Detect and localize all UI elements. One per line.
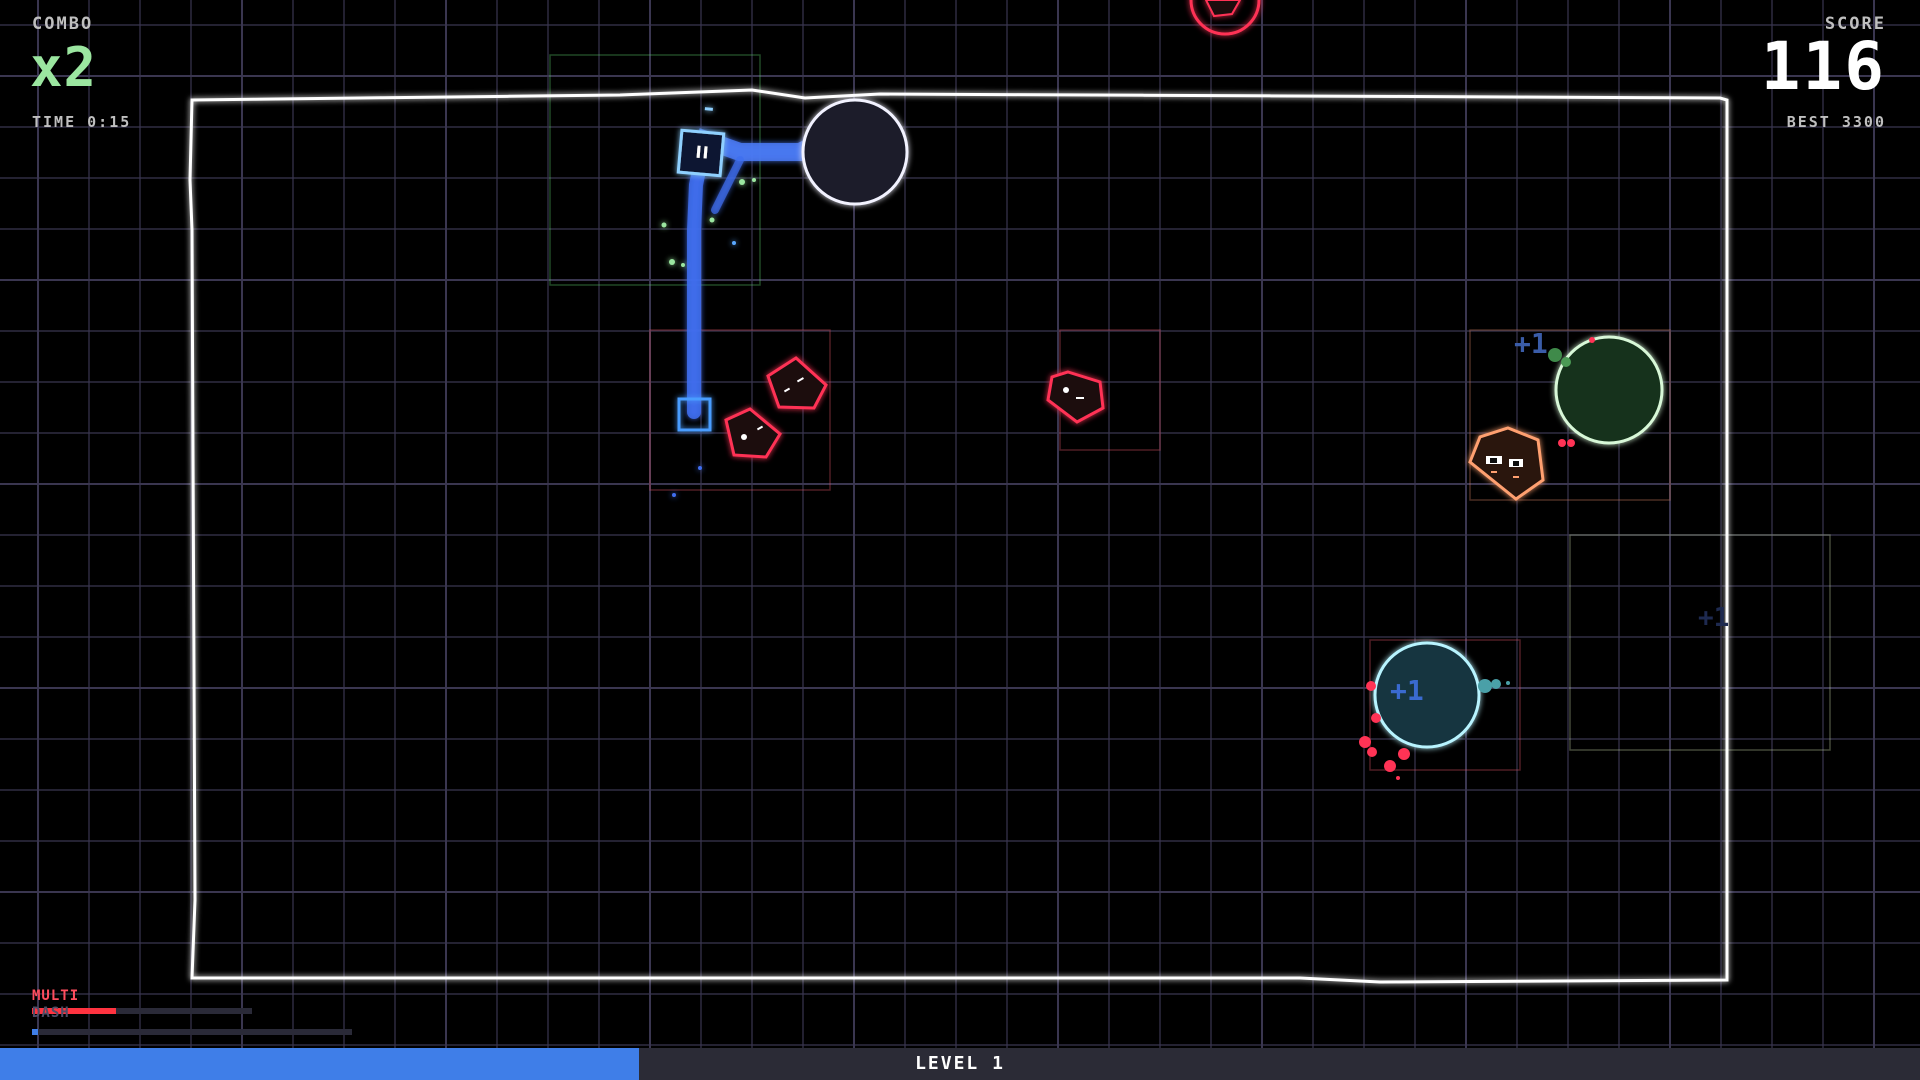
score-value: 116	[1760, 28, 1886, 105]
level-label: LEVEL 1	[915, 1053, 1005, 1074]
enemy-pentagon	[724, 407, 782, 459]
enemy-pentagon-large	[1468, 426, 1545, 501]
background-grid	[0, 0, 1920, 1080]
combo-label: COMBO	[32, 14, 94, 34]
level-progress-bar: LEVEL 1	[0, 1048, 1920, 1080]
time-label: TIME 0:15	[32, 113, 132, 131]
player-square[interactable]	[676, 105, 726, 178]
combo-value: x2	[30, 36, 98, 99]
score-popup-faded: +1	[1698, 603, 1729, 633]
white-orb	[801, 98, 909, 206]
score-popup: +1	[1514, 327, 1548, 360]
dash-meter	[32, 1029, 352, 1035]
game-arena[interactable]: +1 +1 +1	[0, 0, 1920, 1080]
enemy-pentagon	[766, 356, 828, 410]
best-score-label: BEST 3300	[1786, 113, 1886, 131]
dash-meter-label: DASH	[32, 1005, 70, 1021]
enemy-pentagon	[1046, 370, 1105, 424]
score-popup: +1	[1390, 674, 1424, 707]
multi-meter-label: MULTI	[32, 988, 80, 1004]
dash-meter-fill	[32, 1029, 39, 1035]
enemy-pentagon-offscreen	[1189, 0, 1261, 36]
arena-border	[188, 88, 1729, 984]
green-orb	[1554, 335, 1664, 445]
